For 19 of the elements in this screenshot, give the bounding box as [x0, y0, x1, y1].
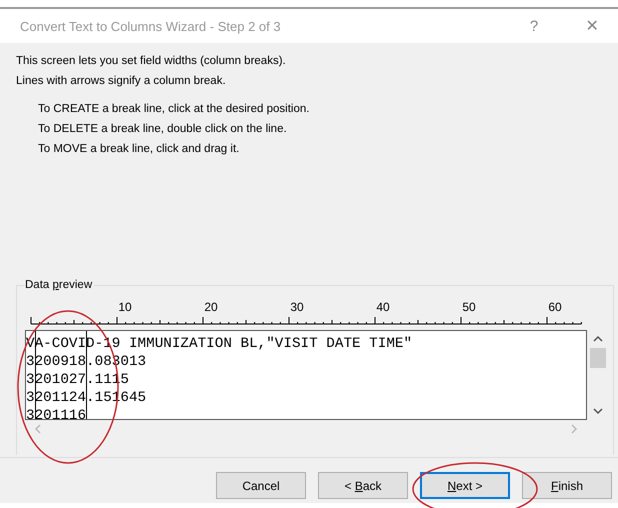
intro-text: Lines with arrows signify a column break. — [16, 74, 227, 89]
instruction-text: To CREATE a break line, click at the desired position. — [38, 102, 310, 117]
instruction-text: To DELETE a break line, double click on the line. — [38, 122, 288, 137]
window-title: Convert Text to Columns Wizard - Step 2 of 3 — [20, 18, 282, 34]
column-ruler[interactable]: 10 20 30 40 50 60 — [25, 297, 595, 329]
scroll-left-icon[interactable] — [33, 423, 43, 435]
close-button[interactable]: ✕ — [572, 15, 612, 37]
scroll-up-icon[interactable] — [591, 334, 605, 344]
wizard-button[interactable]: Next > — [420, 472, 510, 499]
intro-text: This screen lets you set field widths (column breaks). — [16, 54, 287, 69]
wizard-button[interactable]: Finish — [522, 472, 612, 499]
wizard-button[interactable]: < Back — [318, 472, 408, 499]
preview-label: Data preview — [25, 279, 94, 291]
help-button[interactable]: ? — [514, 16, 554, 36]
wizard-button[interactable]: Cancel — [216, 472, 306, 499]
scroll-down-icon[interactable] — [591, 406, 605, 416]
instruction-text: To MOVE a break line, click and drag it. — [38, 142, 240, 157]
scroll-thumb[interactable] — [590, 348, 606, 368]
scroll-right-icon[interactable] — [569, 423, 579, 435]
